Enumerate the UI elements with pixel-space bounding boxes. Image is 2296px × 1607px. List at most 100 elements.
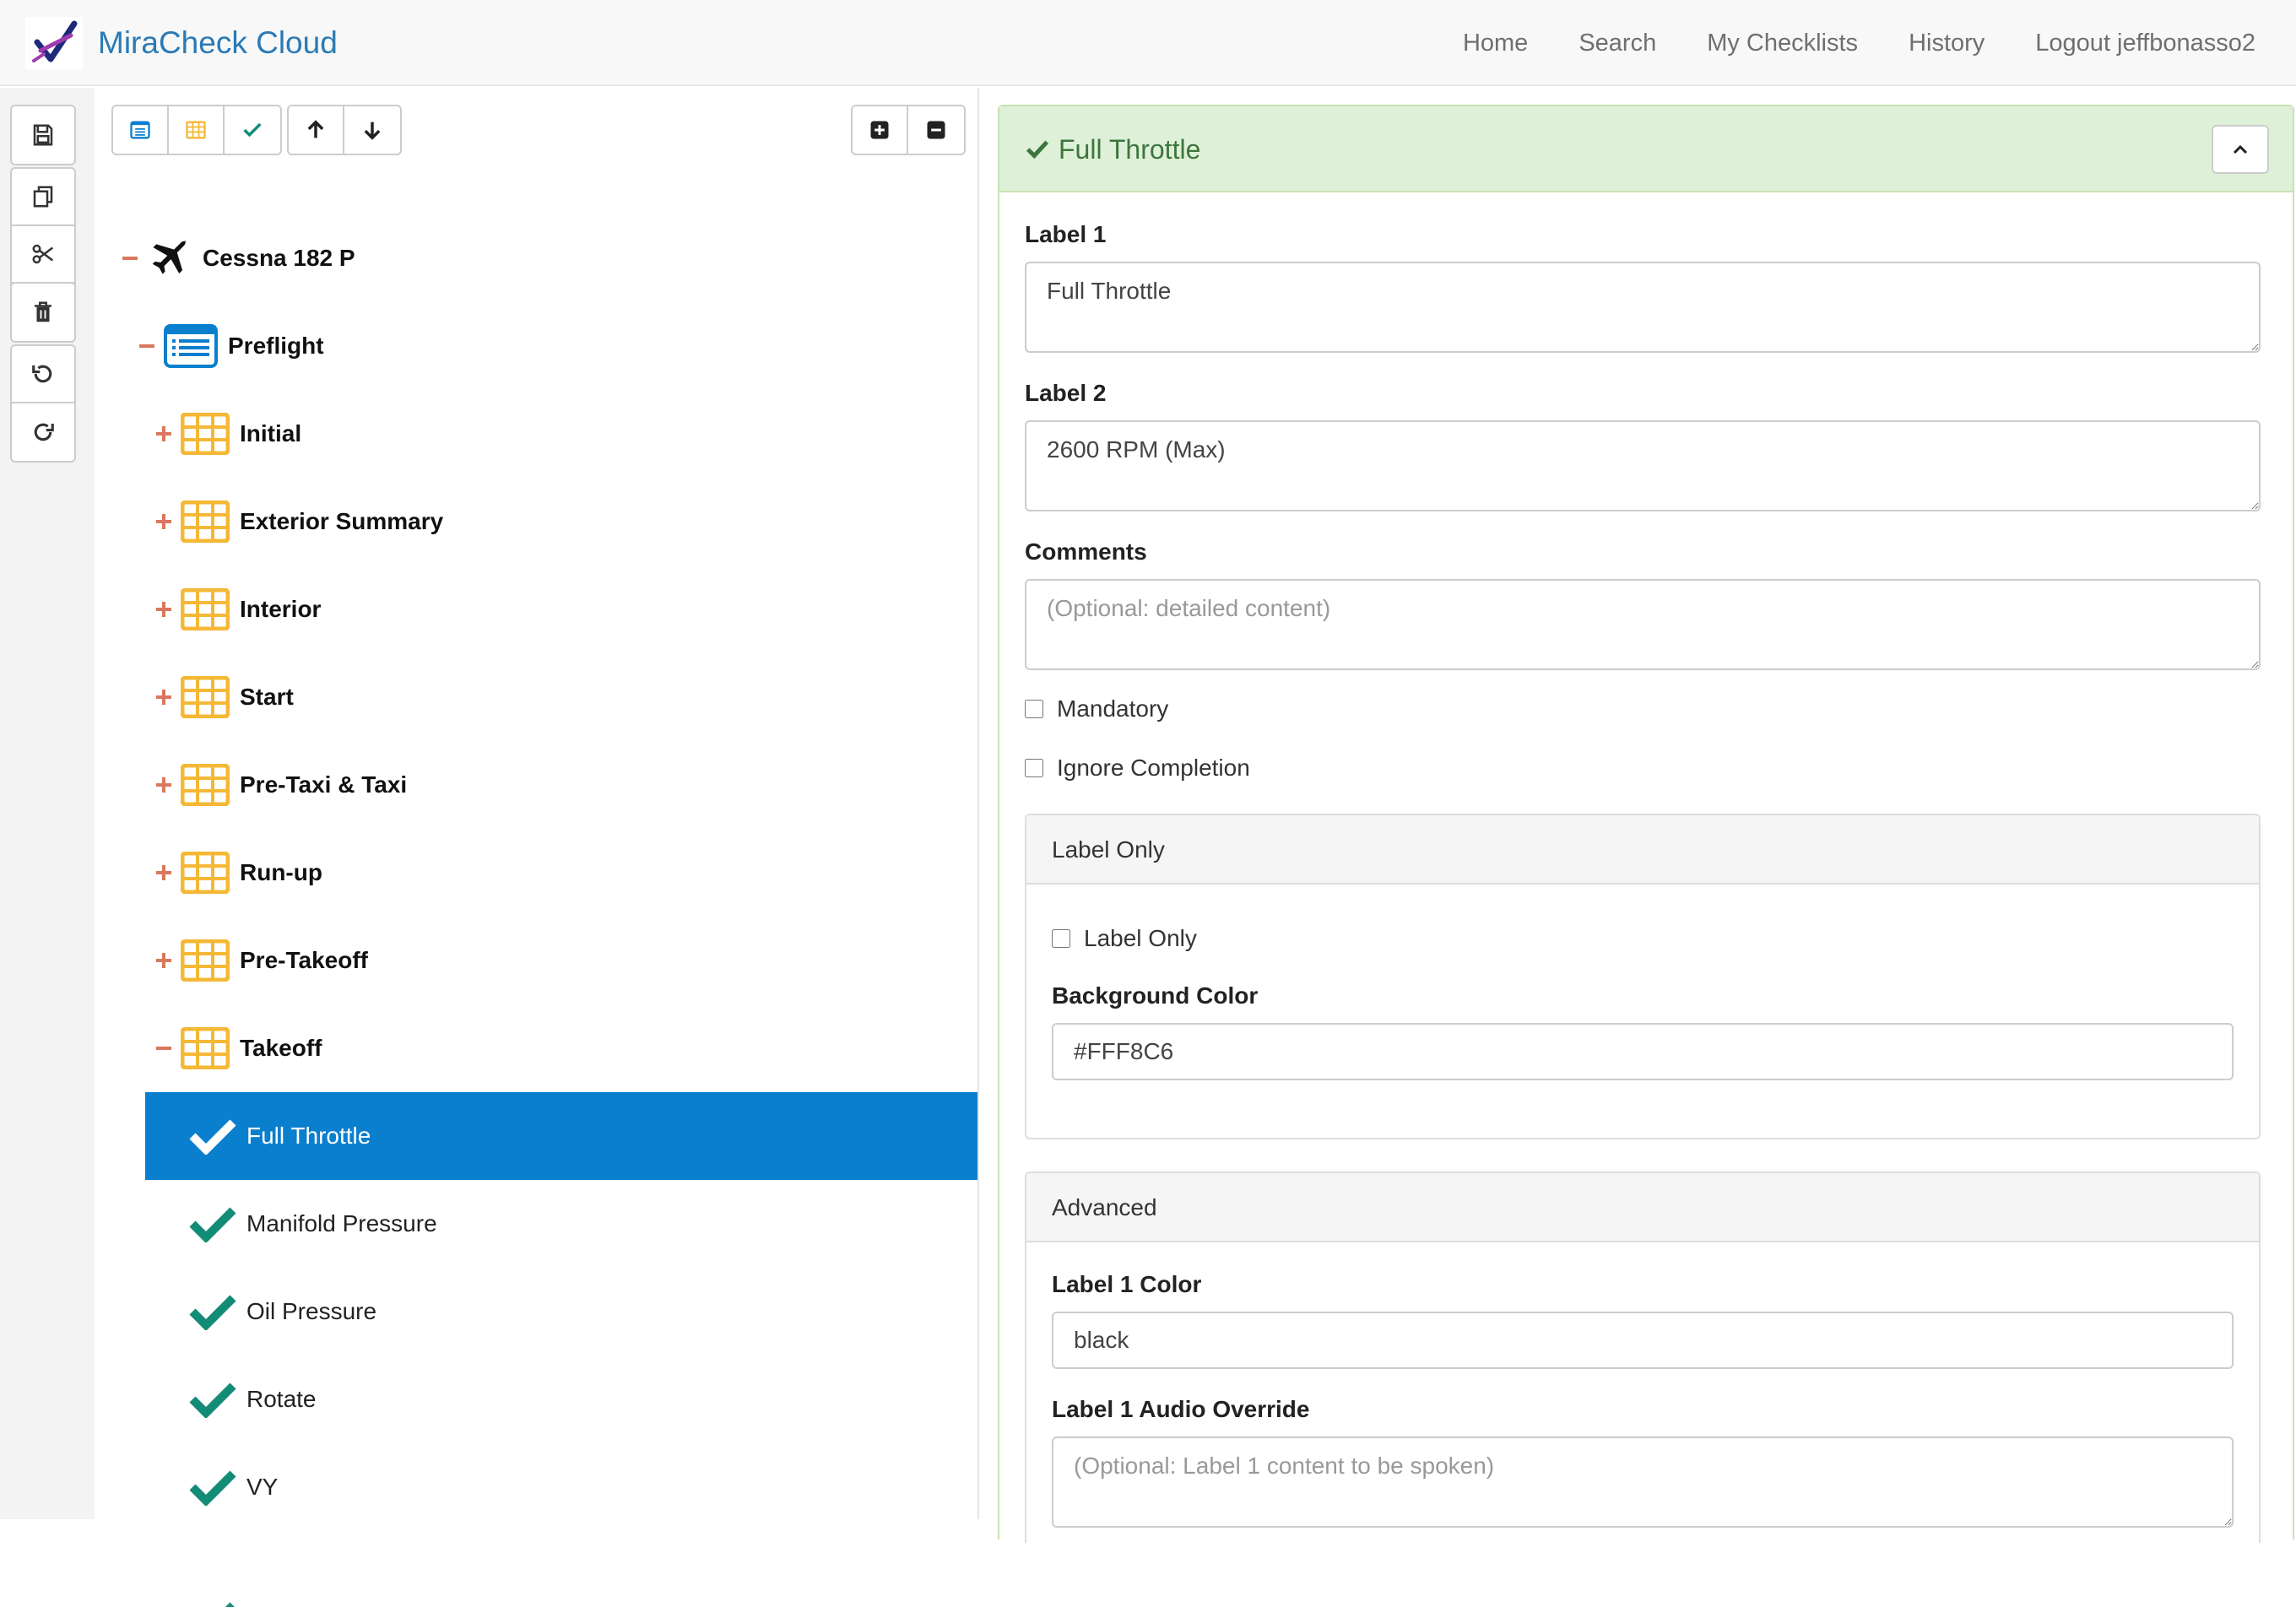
tree-item[interactable]: Rotate xyxy=(145,1355,317,1443)
tree-node-root[interactable]: Cessna 182 P xyxy=(118,214,355,302)
collapse-all-button[interactable] xyxy=(908,106,964,154)
expand-toggle[interactable] xyxy=(152,685,176,709)
expand-toggle[interactable] xyxy=(152,422,176,446)
expand-toggle[interactable] xyxy=(152,773,176,797)
add-section-button[interactable] xyxy=(169,106,225,154)
tool-group-history xyxy=(10,344,76,463)
tree-item[interactable]: Manifold Pressure xyxy=(145,1180,437,1268)
tree-item-label: Oil Pressure xyxy=(246,1298,377,1324)
tree-label-section: Takeoff xyxy=(240,1035,322,1061)
tree-item-label: Rotate xyxy=(246,1386,317,1412)
plus-icon xyxy=(156,426,171,441)
label1-field[interactable]: Full Throttle xyxy=(1025,262,2261,353)
detail-title: Full Throttle xyxy=(1059,134,1201,165)
tree-label-section: Run-up xyxy=(240,859,322,885)
tree-item[interactable]: Oil Pressure xyxy=(145,1268,376,1355)
plus-icon xyxy=(156,777,171,793)
nav-logout[interactable]: Logout jeffbonasso2 xyxy=(2035,22,2255,64)
tree-item-partial[interactable] xyxy=(145,1531,246,1607)
move-down-button[interactable] xyxy=(344,106,400,154)
expand-toggle[interactable] xyxy=(152,861,176,885)
tool-group-delete xyxy=(10,282,76,343)
move-button-group xyxy=(287,105,402,155)
tree-node-section[interactable]: Pre-Takeoff xyxy=(152,917,368,1004)
add-node-button-group xyxy=(111,105,282,155)
check-icon xyxy=(189,1293,236,1330)
tree-node-section[interactable]: Interior xyxy=(152,565,321,653)
collapse-toggle[interactable] xyxy=(118,246,142,270)
comments-field[interactable] xyxy=(1025,579,2261,670)
tree-node-section[interactable]: Initial xyxy=(152,390,301,478)
check-icon xyxy=(189,1469,236,1506)
collapse-toggle[interactable] xyxy=(135,334,159,358)
add-checklist-button[interactable] xyxy=(113,106,169,154)
label2-label: Label 2 xyxy=(1025,380,1107,406)
expand-toggle[interactable] xyxy=(152,598,176,621)
plus-icon xyxy=(156,953,171,968)
grid-icon xyxy=(181,413,230,455)
trash-icon xyxy=(35,301,51,322)
label1-color-input[interactable] xyxy=(1052,1312,2234,1369)
save-icon xyxy=(33,124,53,146)
check-icon xyxy=(1026,140,1049,160)
tree-node-section-takeoff[interactable]: Takeoff xyxy=(152,1004,322,1092)
nav-history[interactable]: History xyxy=(1909,22,1985,64)
expand-toggle[interactable] xyxy=(152,510,176,533)
tree-item-label: VY xyxy=(246,1474,279,1500)
label1-color-label: Label 1 Color xyxy=(1052,1271,1202,1297)
delete-button[interactable] xyxy=(12,284,74,341)
label2-field[interactable]: 2600 RPM (Max) xyxy=(1025,420,2261,511)
tree-node-checklist[interactable]: Preflight xyxy=(135,302,324,390)
undo-button[interactable] xyxy=(12,346,74,403)
expand-toggle[interactable] xyxy=(152,949,176,972)
grid-icon xyxy=(186,121,206,139)
tree-item[interactable]: VY xyxy=(145,1443,278,1531)
tree-label-section: Interior xyxy=(240,596,322,622)
grid-icon xyxy=(181,852,230,894)
redo-button[interactable] xyxy=(12,403,74,461)
grid-icon xyxy=(181,939,230,982)
label-only-checkbox[interactable] xyxy=(1052,929,1070,948)
save-button[interactable] xyxy=(12,106,74,164)
advanced-panel: Advanced Label 1 Color Label 1 Audio Ove… xyxy=(1025,1171,2261,1543)
plus-square-icon xyxy=(870,121,889,139)
collapse-panel-button[interactable] xyxy=(2212,125,2269,174)
tree-node-section[interactable]: Exterior Summary xyxy=(152,478,443,565)
check-icon xyxy=(243,122,262,138)
label-only-row: Label Only xyxy=(1052,925,1197,952)
ignore-completion-checkbox[interactable] xyxy=(1025,759,1043,777)
copy-button[interactable] xyxy=(12,169,74,226)
label1-audio-field[interactable] xyxy=(1052,1437,2234,1528)
mandatory-checkbox[interactable] xyxy=(1025,700,1043,718)
plus-icon xyxy=(156,690,171,705)
tree-item-label: Full Throttle xyxy=(246,1123,371,1149)
nav-links: Home Search My Checklists History Logout… xyxy=(1463,22,2255,64)
checklist-icon xyxy=(164,324,218,368)
move-up-button[interactable] xyxy=(289,106,344,154)
tree-label-section: Pre-Taxi & Taxi xyxy=(240,771,408,798)
grid-icon xyxy=(181,764,230,806)
brand-name[interactable]: MiraCheck Cloud xyxy=(98,22,338,64)
arrow-down-icon xyxy=(364,122,381,140)
miracheck-logo-icon[interactable] xyxy=(25,17,83,69)
checklist-icon xyxy=(130,121,150,139)
nav-search[interactable]: Search xyxy=(1578,22,1656,64)
expand-all-button[interactable] xyxy=(853,106,908,154)
tool-group-save xyxy=(10,105,76,165)
tree-item-label: Manifold Pressure xyxy=(246,1210,437,1236)
collapse-toggle[interactable] xyxy=(152,1036,176,1060)
comments-label: Comments xyxy=(1025,538,1147,565)
check-icon xyxy=(189,1117,236,1155)
nav-home[interactable]: Home xyxy=(1463,22,1528,64)
nav-my-checklists[interactable]: My Checklists xyxy=(1707,22,1858,64)
chevron-up-icon xyxy=(2233,144,2248,154)
check-icon xyxy=(189,1600,236,1607)
tree-node-section[interactable]: Start xyxy=(152,653,294,741)
tree-node-section[interactable]: Pre-Taxi & Taxi xyxy=(152,741,407,829)
background-color-input[interactable] xyxy=(1052,1023,2234,1080)
cut-button[interactable] xyxy=(12,226,74,284)
tree-item-selected[interactable]: Full Throttle xyxy=(145,1092,977,1180)
check-icon xyxy=(189,1205,236,1242)
tree-node-section[interactable]: Run-up xyxy=(152,829,322,917)
add-item-button[interactable] xyxy=(225,106,280,154)
